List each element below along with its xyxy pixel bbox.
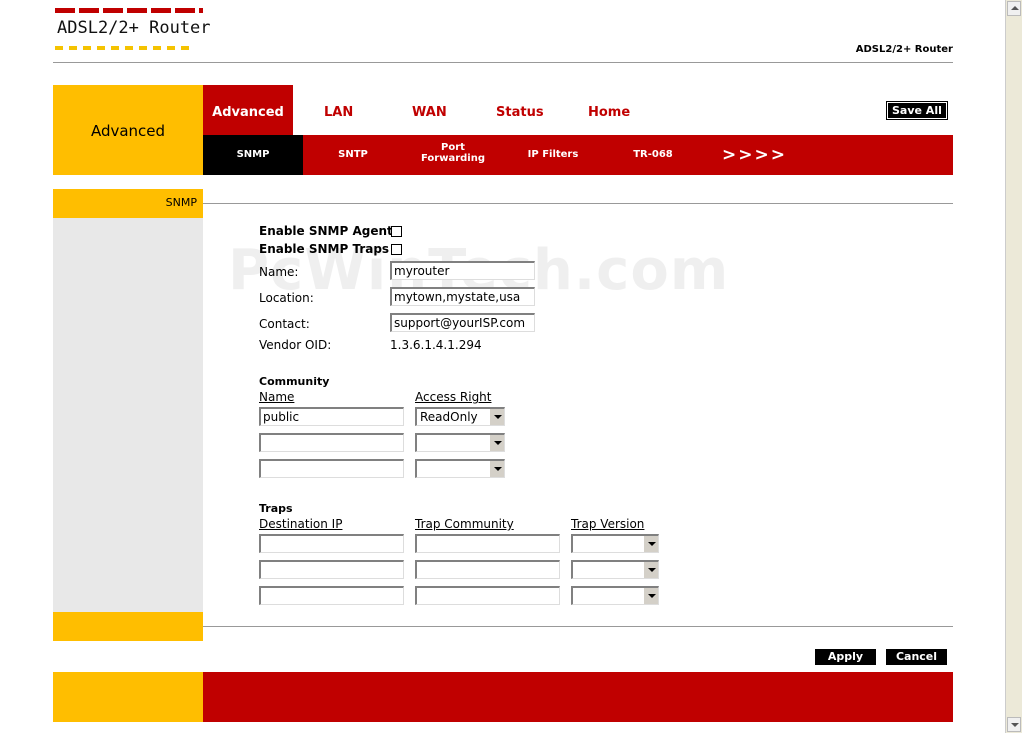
subtab-port-line2: Forwarding [420,153,485,164]
tab-advanced[interactable]: Advanced [203,105,293,120]
section-title: Advanced [90,122,166,140]
trap-community-input[interactable] [415,534,560,553]
subtab-port-line1: Port [441,142,465,153]
logo-yellow-stripe [55,46,195,50]
community-access-select[interactable]: ReadOnly [415,407,505,426]
community-name-input[interactable]: public [259,407,404,426]
brand-text: ADSL2/2+ Router [855,44,953,55]
community-access-select[interactable] [415,433,505,452]
community-name-input[interactable] [259,459,404,478]
chevron-down-icon[interactable] [643,536,658,552]
scroll-down-icon[interactable] [1007,717,1021,732]
contact-label: Contact: [259,317,310,331]
trap-ip-input[interactable] [259,534,404,553]
trap-version-select[interactable] [571,560,659,579]
logo: ADSL2/2+ Router [57,18,211,38]
name-input[interactable]: myrouter [390,261,535,280]
chevron-down-icon[interactable] [643,562,658,578]
chevron-down-icon[interactable] [643,588,658,604]
enable-agent-label: Enable SNMP Agent [259,224,393,238]
save-all-button[interactable]: Save All [886,101,948,120]
content-divider-bottom [203,626,953,627]
trap-community-input[interactable] [415,586,560,605]
subtab-port-forwarding[interactable]: Port Forwarding [403,142,503,164]
location-input[interactable]: mytown,mystate,usa [390,287,535,306]
traps-col-community: Trap Community [415,517,514,531]
chevron-down-icon[interactable] [489,461,504,477]
community-access-value: ReadOnly [420,410,478,424]
sidebar-footer [53,612,203,641]
logo-red-stripe [55,8,203,13]
community-title: Community [259,375,330,388]
subtab-sntp[interactable]: SNTP [303,149,403,160]
more-tabs-arrows[interactable]: >>>> [722,145,787,165]
traps-col-ip: Destination IP [259,517,343,531]
subtab-snmp[interactable]: SNMP [203,149,303,160]
location-label: Location: [259,291,314,305]
trap-version-select[interactable] [571,534,659,553]
content-divider-top [203,203,953,204]
community-name-input[interactable] [259,433,404,452]
tab-wan[interactable]: WAN [412,105,447,120]
tab-lan[interactable]: LAN [324,105,353,120]
footer-left [53,672,203,722]
vertical-scrollbar[interactable] [1005,0,1022,733]
tab-home[interactable]: Home [588,105,630,120]
subtab-ip-filters[interactable]: IP Filters [503,149,603,160]
community-col-name: Name [259,390,295,404]
vendor-oid-label: Vendor OID: [259,338,332,352]
tab-status[interactable]: Status [496,105,544,120]
header-divider [53,62,953,63]
traps-col-version: Trap Version [571,517,645,531]
trap-ip-input[interactable] [259,586,404,605]
sidebar-item-snmp[interactable]: SNMP [53,196,197,209]
cancel-button[interactable]: Cancel [886,649,947,665]
vendor-oid-value: 1.3.6.1.4.1.294 [390,338,482,352]
sidebar-body [53,218,203,612]
traps-title: Traps [259,502,293,515]
enable-traps-checkbox[interactable] [391,244,402,255]
enable-agent-checkbox[interactable] [391,226,402,237]
footer-right [203,672,953,722]
chevron-down-icon[interactable] [489,435,504,451]
apply-button[interactable]: Apply [815,649,876,665]
trap-version-select[interactable] [571,586,659,605]
trap-community-input[interactable] [415,560,560,579]
community-col-access: Access Right [415,390,492,404]
community-access-select[interactable] [415,459,505,478]
chevron-down-icon[interactable] [489,409,504,425]
subtab-tr068[interactable]: TR-068 [603,149,703,160]
enable-traps-label: Enable SNMP Traps [259,242,390,256]
contact-input[interactable]: support@yourISP.com [390,313,535,332]
name-label: Name: [259,265,299,279]
scroll-up-icon[interactable] [1007,1,1021,16]
trap-ip-input[interactable] [259,560,404,579]
